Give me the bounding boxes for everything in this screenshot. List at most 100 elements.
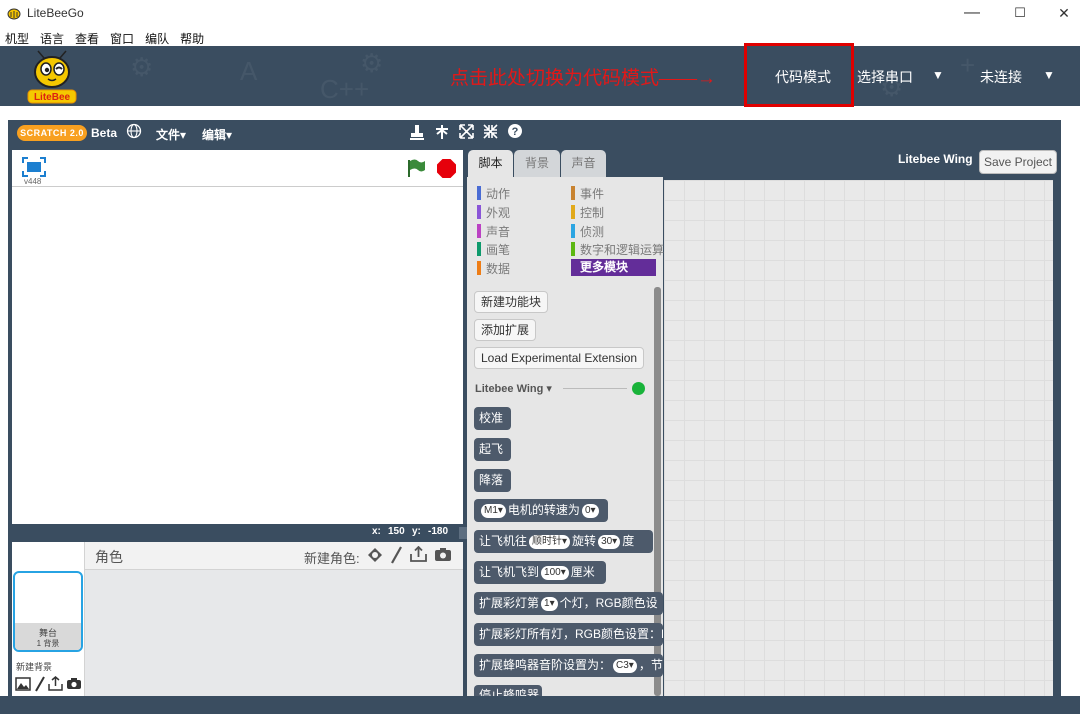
svg-text:LiteBee: LiteBee — [34, 92, 71, 103]
stage-thumbnail[interactable]: 舞台 1 背景 — [13, 571, 83, 652]
block-land[interactable]: 降落 — [474, 469, 511, 492]
y-label: y: — [412, 526, 421, 537]
motor-value[interactable]: 0▾ — [581, 504, 599, 518]
minimize-button[interactable]: — — [950, 2, 994, 24]
menu-window[interactable]: 窗口 — [105, 27, 140, 46]
menu-formation[interactable]: 编队 — [140, 27, 175, 46]
stage-canvas[interactable] — [12, 186, 463, 524]
tab-backdrops[interactable]: 背景 — [514, 150, 560, 177]
led-index[interactable]: 1▾ — [541, 597, 558, 611]
window-gutter — [1066, 120, 1080, 696]
bg-pattern-icon: + — [960, 50, 976, 80]
backdrop-count: 1 背景 — [36, 639, 60, 648]
block-calibrate[interactable]: 校准 — [474, 407, 511, 430]
paint-sprite-icon[interactable] — [390, 546, 402, 569]
close-button[interactable]: ✕ — [1042, 2, 1080, 24]
grow-icon[interactable] — [459, 124, 474, 142]
menu-bar: 机型 语言 查看 窗口 编队 帮助 — [0, 27, 1080, 46]
app-icon — [6, 6, 22, 20]
buzzer-note[interactable]: C3▾ — [613, 659, 637, 673]
svg-text:?: ? — [512, 126, 519, 138]
rotate-direction[interactable]: 顺时针▾ — [529, 535, 571, 549]
category-looks[interactable]: 外观 — [477, 204, 510, 221]
category-data[interactable]: 数据 — [477, 260, 510, 277]
scratch-logo: SCRATCH 2.0 — [17, 125, 87, 141]
app-header: ⚙ A C++ ⚙ ⚙ + LiteBee 点击此处切换为代码模式——→ 代码模… — [0, 46, 1080, 106]
motor-dropdown[interactable]: M1▾ — [481, 504, 506, 518]
brush-icon[interactable] — [34, 676, 46, 697]
save-project-button[interactable]: Save Project — [979, 150, 1057, 174]
menu-help[interactable]: 帮助 — [175, 27, 210, 46]
mouse-coordinates: x: 150 y: -180 — [12, 524, 463, 540]
stage-header: v448 — [12, 150, 463, 186]
stage-column: 舞台 1 背景 新建背景 — [12, 542, 85, 696]
select-port-button[interactable]: 选择串口 — [857, 67, 913, 87]
tab-sounds[interactable]: 声音 — [561, 150, 606, 177]
connection-status[interactable]: 未连接 — [980, 67, 1022, 87]
duplicate-stamp-icon[interactable] — [410, 124, 424, 143]
help-icon[interactable]: ? — [507, 123, 523, 142]
cut-icon[interactable] — [434, 124, 450, 143]
menu-model[interactable]: 机型 — [0, 27, 35, 46]
edit-menu[interactable]: 编辑▾ — [202, 126, 232, 143]
bg-pattern-icon: ⚙ — [130, 52, 154, 82]
bottom-bar — [0, 696, 1080, 714]
block-buzzer-tone[interactable]: 扩展蜂鸣器音阶设置为： C3▾ ，节 — [474, 654, 663, 677]
category-events[interactable]: 事件 — [571, 185, 604, 202]
beta-label: Beta — [91, 126, 118, 140]
fly-value[interactable]: 100▾ — [541, 566, 569, 580]
block-buzzer-stop[interactable]: 停止蜂鸣器 — [474, 685, 542, 696]
block-fly-distance[interactable]: 让飞机飞到 100▾ 厘米 — [474, 561, 606, 584]
extension-status-indicator — [632, 382, 645, 395]
stop-icon[interactable] — [436, 158, 457, 184]
globe-icon[interactable] — [126, 123, 142, 142]
block-motor-speed[interactable]: M1▾ 电机的转速为 0▾ — [474, 499, 608, 522]
extension-divider — [563, 388, 627, 389]
category-sensing[interactable]: 侦测 — [571, 223, 604, 240]
new-backdrop-label: 新建背景 — [16, 662, 53, 672]
new-sprite-label: 新建角色: — [304, 551, 360, 566]
category-sound[interactable]: 声音 — [477, 223, 510, 240]
category-pen[interactable]: 画笔 — [477, 241, 510, 258]
rotate-degrees[interactable]: 30▾ — [598, 535, 621, 549]
green-flag-icon[interactable] — [406, 158, 426, 183]
block-rotate[interactable]: 让飞机往 顺时针▾ 旋转 30▾ 度 — [474, 530, 653, 553]
add-extension-button[interactable]: 添加扩展 — [474, 319, 537, 341]
bg-pattern-icon: ⚙ — [360, 48, 384, 78]
make-block-button[interactable]: 新建功能块 — [474, 291, 549, 313]
window-title: LiteBeeGo — [27, 6, 84, 20]
litebee-logo: LiteBee — [26, 50, 78, 104]
menu-language[interactable]: 语言 — [35, 27, 70, 46]
switch-mode-annotation: 点击此处切换为代码模式——→ — [450, 68, 717, 89]
y-value: -180 — [428, 526, 449, 537]
upload-sprite-icon[interactable] — [410, 545, 427, 567]
upload-backdrop-icon[interactable] — [48, 676, 63, 696]
category-more-blocks[interactable]: 更多模块 — [571, 259, 656, 276]
tab-scripts[interactable]: 脚本 — [468, 150, 513, 177]
category-control[interactable]: 控制 — [571, 204, 604, 221]
file-menu[interactable]: 文件▾ — [156, 126, 186, 143]
menu-view[interactable]: 查看 — [70, 27, 105, 46]
category-operators[interactable]: 数字和逻辑运算 — [571, 241, 664, 258]
sprites-title: 角色 — [95, 549, 123, 565]
block-led-all[interactable]: 扩展彩灯所有灯，RGB颜色设置：R — [474, 623, 663, 646]
version-label: v448 — [24, 177, 42, 186]
scratch-toolbar: SCRATCH 2.0 Beta 文件▾ 编辑▾ ? — [8, 120, 1061, 146]
shrink-icon[interactable] — [483, 124, 498, 142]
chevron-down-icon[interactable]: ▼ — [932, 68, 944, 82]
sprite-library-icon[interactable] — [367, 547, 383, 568]
extension-name[interactable]: Litebee Wing ▾ — [475, 382, 552, 395]
chevron-down-icon[interactable]: ▼ — [1043, 68, 1055, 82]
category-motion[interactable]: 动作 — [477, 185, 510, 202]
x-label: x: — [372, 526, 381, 537]
camera-icon[interactable] — [434, 547, 452, 567]
block-takeoff[interactable]: 起飞 — [474, 438, 511, 461]
block-led-single[interactable]: 扩展彩灯第 1▾ 个灯，RGB颜色设 — [474, 592, 663, 615]
load-experimental-extension-button[interactable]: Load Experimental Extension — [474, 347, 645, 369]
scripts-area[interactable] — [664, 180, 1053, 696]
bg-pattern-icon: A — [240, 56, 258, 86]
camera-icon[interactable] — [66, 677, 82, 695]
maximize-button[interactable]: ☐ — [998, 2, 1042, 24]
highlight-box — [744, 43, 854, 107]
paint-backdrop-icon[interactable] — [15, 677, 31, 696]
